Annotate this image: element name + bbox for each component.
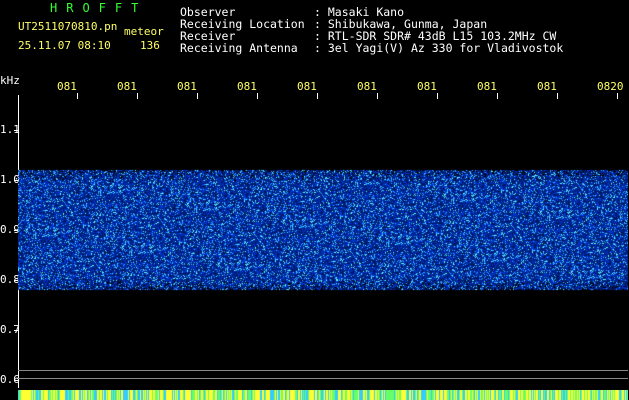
file-name: UT2511070810.pn bbox=[18, 20, 118, 33]
x-tick-label: 081 bbox=[117, 80, 137, 93]
x-tick-mark bbox=[377, 93, 378, 99]
x-tick-mark bbox=[437, 93, 438, 99]
x-tick-label: 081 bbox=[537, 80, 557, 93]
meta-row-antenna: Receiving Antenna: 3el Yagi(V) Az 330 fo… bbox=[180, 42, 563, 54]
baseline-line bbox=[18, 378, 628, 379]
x-tick-label: 081 bbox=[477, 80, 497, 93]
x-tick-mark bbox=[497, 93, 498, 99]
x-tick-label: 081 bbox=[357, 80, 377, 93]
date-time: 25.11.07 08:10 bbox=[18, 39, 111, 52]
y-axis-unit: kHz bbox=[0, 74, 20, 87]
event-type-label: meteor bbox=[124, 25, 164, 38]
x-tick-mark bbox=[197, 93, 198, 99]
baseline-line bbox=[18, 370, 628, 371]
app-title: HROFFT bbox=[50, 1, 148, 15]
x-tick-label: 081 bbox=[177, 80, 197, 93]
x-tick-label: 0820 bbox=[597, 80, 624, 93]
x-tick-label: 081 bbox=[297, 80, 317, 93]
x-tick-label: 081 bbox=[417, 80, 437, 93]
x-tick-mark bbox=[557, 93, 558, 99]
event-count: 136 bbox=[140, 39, 160, 52]
meta-value: 3el Yagi(V) Az 330 for Vladivostok bbox=[327, 41, 564, 55]
x-tick-mark bbox=[317, 93, 318, 99]
x-tick-mark bbox=[137, 93, 138, 99]
meta-sep: : bbox=[314, 41, 321, 55]
x-tick-mark bbox=[257, 93, 258, 99]
x-tick-mark bbox=[617, 93, 618, 99]
x-tick-mark bbox=[77, 93, 78, 99]
x-tick-label: 081 bbox=[57, 80, 77, 93]
x-tick-label: 081 bbox=[237, 80, 257, 93]
meta-key: Receiving Antenna bbox=[180, 41, 298, 55]
spectrogram-canvas bbox=[18, 100, 628, 390]
time-strip-bar bbox=[18, 390, 628, 400]
